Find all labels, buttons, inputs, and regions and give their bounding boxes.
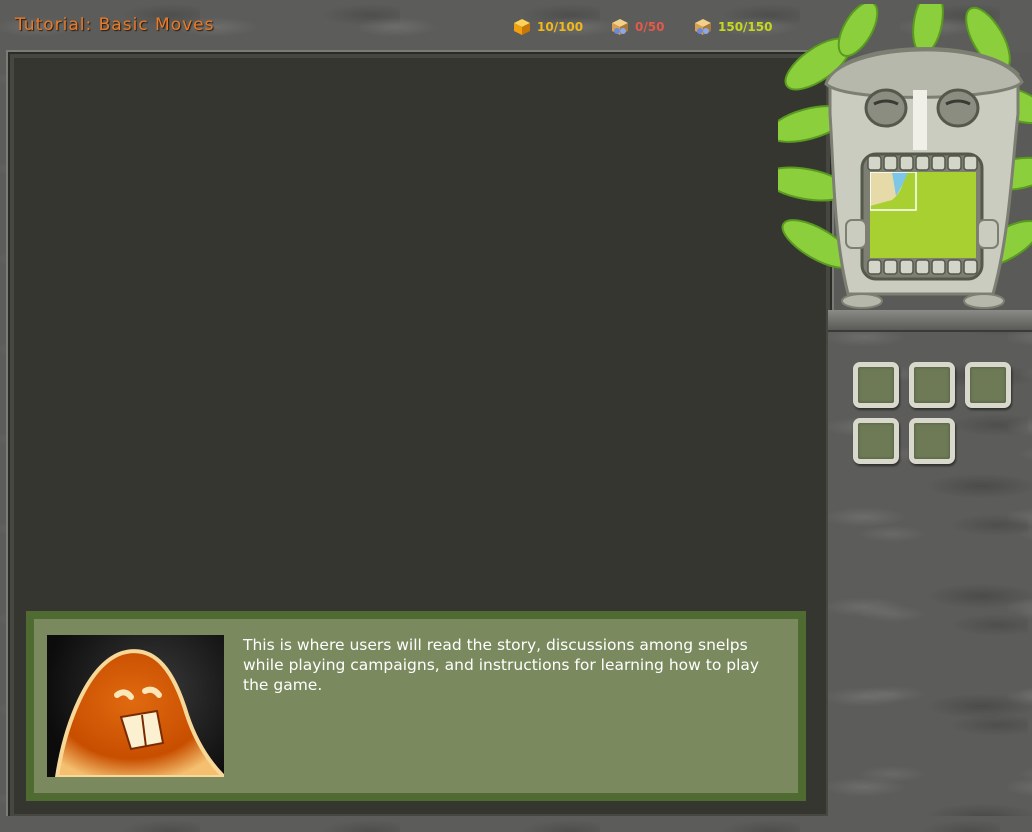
- resource-value-energy: 10/100: [537, 20, 584, 34]
- resource-counter-supply: 150/150: [694, 18, 772, 36]
- command-slot-4[interactable]: [853, 418, 899, 464]
- command-slot-1[interactable]: [853, 362, 899, 408]
- resource-value-units: 0/50: [635, 20, 665, 34]
- sidebar-header-bar: [828, 310, 1032, 332]
- resource-counter-units: 0/50: [611, 18, 664, 36]
- cube-icon: [514, 19, 530, 35]
- bottom-frame: [0, 816, 1032, 832]
- command-slot-3[interactable]: [965, 362, 1011, 408]
- crate-icon: [612, 19, 628, 35]
- minimap-terrain: [870, 172, 917, 211]
- resource-value-supply: 150/150: [718, 20, 773, 34]
- resource-counter-energy: 10/100: [513, 18, 583, 36]
- minimap[interactable]: [870, 172, 976, 258]
- command-slot-5[interactable]: [909, 418, 955, 464]
- tiki-minimap-frame: [763, 0, 1032, 312]
- story-text: This is where users will read the story,…: [243, 636, 760, 694]
- left-frame: [0, 52, 8, 816]
- command-slot-2[interactable]: [909, 362, 955, 408]
- snelp-portrait: [47, 635, 224, 777]
- tiki-head-icon: [763, 0, 1032, 309]
- snelp-character-icon: [54, 649, 224, 777]
- crate-icon: [695, 19, 711, 35]
- level-title: Tutorial: Basic Moves: [15, 15, 215, 35]
